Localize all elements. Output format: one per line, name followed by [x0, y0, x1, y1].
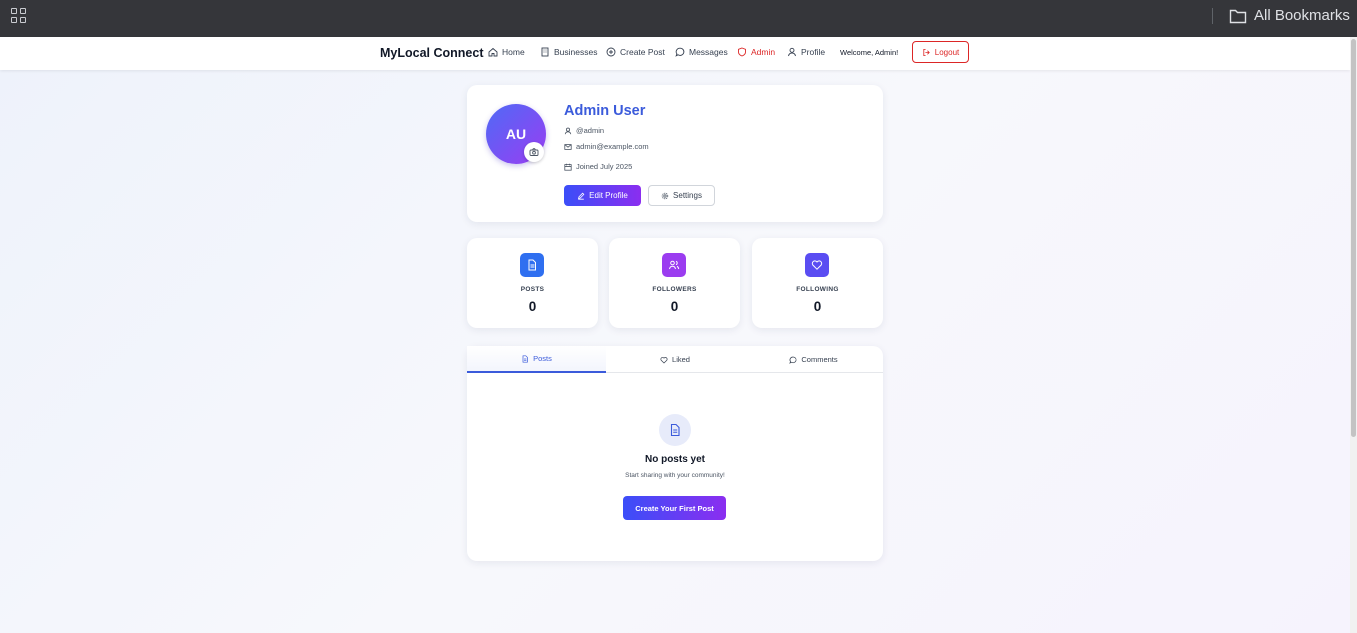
scrollbar-thumb[interactable]	[1351, 39, 1356, 437]
user-icon	[564, 127, 572, 134]
message-icon	[789, 356, 797, 364]
tab-liked-label: Liked	[672, 355, 690, 364]
heart-icon	[660, 356, 668, 364]
stat-value: 0	[528, 299, 537, 314]
camera-icon	[529, 148, 539, 156]
empty-state-document-icon	[659, 414, 691, 446]
nav-create-post[interactable]: Create Post	[606, 47, 665, 57]
nav-businesses[interactable]: Businesses	[540, 47, 597, 57]
nav-messages-label: Messages	[689, 47, 728, 57]
stat-value: 0	[813, 299, 822, 314]
stat-card-posts: POSTS 0	[467, 238, 598, 328]
nav-profile-label: Profile	[801, 47, 826, 57]
all-bookmarks-button[interactable]: All Bookmarks	[1229, 7, 1350, 24]
document-icon	[522, 354, 528, 363]
stat-value: 0	[670, 299, 679, 314]
apps-grid-icon[interactable]	[11, 8, 27, 24]
page-content: MyLocal Connect Home Businesses Create P…	[0, 37, 1350, 633]
gear-icon	[661, 192, 669, 199]
stat-card-followers: FOLLOWERS 0	[609, 238, 740, 328]
nav-home[interactable]: Home	[488, 47, 525, 57]
stat-label: FOLLOWERS	[652, 286, 697, 293]
tab-posts-label: Posts	[533, 354, 552, 363]
profile-username: @admin	[576, 126, 605, 135]
folder-icon	[1229, 9, 1247, 23]
plus-circle-icon	[606, 47, 616, 57]
profile-email-row: admin@example.com	[564, 142, 649, 151]
welcome-text: Welcome, Admin!	[840, 48, 899, 57]
empty-state-title: No posts yet	[644, 454, 705, 465]
building-icon	[541, 47, 549, 57]
logout-label: Logout	[934, 47, 960, 57]
tab-comments-label: Comments	[801, 355, 838, 364]
page-scrollbar[interactable]	[1350, 37, 1357, 633]
shield-icon	[738, 47, 746, 57]
profile-email: admin@example.com	[576, 142, 649, 151]
brand-logo[interactable]: MyLocal Connect	[380, 46, 484, 60]
users-icon	[662, 253, 686, 277]
nav-admin-label: Admin	[751, 47, 776, 57]
nav-admin[interactable]: Admin	[737, 47, 775, 57]
avatar-initials: AU	[505, 126, 527, 142]
edit-profile-button[interactable]: Edit Profile	[564, 185, 641, 206]
profile-username-row: @admin	[564, 126, 604, 135]
nav-create-post-label: Create Post	[620, 47, 665, 57]
home-icon	[488, 47, 498, 57]
profile-name: Admin User	[564, 103, 646, 119]
mail-icon	[564, 143, 572, 150]
calendar-icon	[564, 163, 572, 171]
settings-label: Settings	[673, 191, 702, 200]
profile-joined: Joined July 2025	[576, 162, 633, 171]
tab-comments[interactable]: Comments	[744, 346, 883, 373]
settings-button[interactable]: Settings	[648, 185, 715, 206]
nav-home-label: Home	[502, 47, 525, 57]
profile-joined-row: Joined July 2025	[564, 162, 632, 171]
logout-icon	[923, 48, 930, 56]
pencil-icon	[578, 192, 585, 200]
message-icon	[675, 47, 685, 57]
top-navbar: MyLocal Connect Home Businesses Create P…	[0, 37, 1350, 70]
stat-label: FOLLOWING	[796, 286, 839, 293]
logout-button[interactable]: Logout	[912, 41, 969, 63]
tab-posts[interactable]: Posts	[467, 346, 606, 373]
bookmarks-divider	[1212, 8, 1213, 24]
stat-card-following: FOLLOWING 0	[752, 238, 883, 328]
all-bookmarks-label: All Bookmarks	[1254, 7, 1350, 24]
browser-bookmarks-bar: All Bookmarks	[0, 0, 1357, 37]
nav-businesses-label: Businesses	[554, 47, 598, 57]
nav-profile[interactable]: Profile	[787, 47, 825, 57]
change-photo-button[interactable]	[524, 142, 544, 162]
tab-bar: Posts Liked Comments	[467, 346, 883, 373]
edit-profile-label: Edit Profile	[589, 191, 628, 200]
stat-label: POSTS	[520, 286, 545, 293]
profile-card: AU Admin User @admin admin@example.com J…	[467, 85, 883, 222]
heart-icon	[805, 253, 829, 277]
tab-liked[interactable]: Liked	[606, 346, 744, 373]
nav-messages[interactable]: Messages	[675, 47, 728, 57]
document-icon	[520, 253, 544, 277]
user-icon	[788, 47, 796, 57]
empty-state-subtitle: Start sharing with your community!	[625, 472, 725, 479]
content-tabs-card: Posts Liked Comments No posts yet Start …	[467, 346, 883, 561]
create-first-post-button[interactable]: Create Your First Post	[623, 496, 726, 520]
